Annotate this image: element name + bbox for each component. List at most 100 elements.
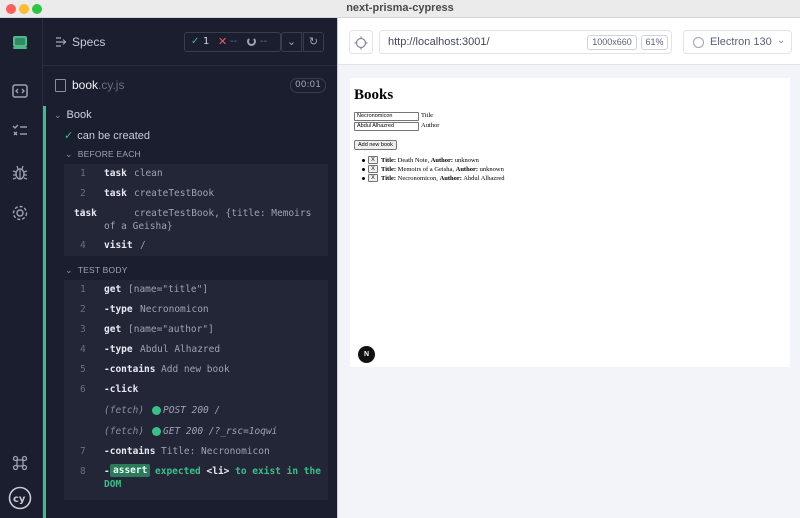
- caret-down-icon: ⌄: [65, 265, 73, 275]
- spec-file-base: book: [72, 78, 99, 92]
- bullet: [362, 159, 365, 162]
- cypress-logo-icon[interactable]: cy: [8, 486, 32, 510]
- book-author-label: Author:: [455, 166, 479, 173]
- command-message: Title: Necronomicon: [161, 446, 270, 457]
- book-title-label: Title:: [381, 166, 397, 173]
- test-stats: ✓ 1 ✕ -- --: [184, 32, 281, 52]
- add-book-button[interactable]: Add new book: [354, 140, 397, 150]
- selector-playground-button[interactable]: [349, 30, 373, 54]
- command-row[interactable]: 4 visit /: [64, 239, 328, 252]
- fetch-message: GET 200 /?_rsc=1oqwi: [163, 426, 278, 437]
- command-message: createTestBook: [134, 188, 215, 199]
- command-number: 2: [80, 188, 86, 199]
- spec-file-name[interactable]: book.cy.js: [72, 78, 124, 92]
- fetch-row[interactable]: (fetch) POST 200 /: [64, 404, 328, 417]
- before-each-commands: 1 task clean 2 task createTestBook 3 tas…: [64, 164, 328, 256]
- specs-icon[interactable]: [10, 81, 30, 101]
- book-author: unknown: [478, 166, 504, 173]
- tests-list: ⌄ Book ✓ can be created ⌄ BEFORE EACH 1 tas…: [43, 106, 337, 518]
- book-author: unknown: [453, 157, 479, 164]
- options-dropdown-button[interactable]: ⌄: [281, 32, 302, 52]
- fetch-row[interactable]: (fetch) GET 200 /?_rsc=1oqwi: [64, 425, 328, 438]
- fetch-status-icon: [152, 406, 161, 415]
- book-author: Abdul Alhazred: [461, 175, 505, 182]
- pending-icon: [247, 37, 256, 46]
- command-row[interactable]: 2 -type Necronomicon: [64, 303, 328, 316]
- author-input[interactable]: Abdul Alhazred: [354, 122, 419, 131]
- book-title: Necronomicon,: [396, 175, 440, 182]
- runs-icon[interactable]: [10, 121, 30, 141]
- chevron-down-icon: ⌄: [286, 35, 297, 48]
- command-number: 7: [80, 446, 86, 457]
- command-row[interactable]: 6 -click: [64, 383, 328, 396]
- command-name: -click: [104, 384, 139, 395]
- command-row[interactable]: 1 task clean: [64, 167, 328, 180]
- passed-count: 1: [203, 36, 210, 47]
- browser-selector[interactable]: Electron 130 ⌄: [683, 30, 792, 54]
- nextjs-dev-badge[interactable]: N: [358, 346, 375, 363]
- app-icon[interactable]: [10, 32, 30, 52]
- settings-icon[interactable]: [10, 203, 30, 223]
- test-row[interactable]: ✓ can be created: [64, 129, 150, 142]
- command-message: /: [140, 240, 146, 251]
- command-message: [name="title"]: [128, 284, 209, 295]
- spec-duration: 00:01: [290, 78, 326, 93]
- command-row[interactable]: 7 -contains Title: Necronomicon: [64, 445, 328, 458]
- command-name: -contains: [104, 364, 156, 375]
- bullet: [362, 168, 365, 171]
- failed-count: --: [230, 36, 238, 47]
- command-row[interactable]: 3 task createTestBook, {title: Memoirs of…: [64, 207, 328, 233]
- spec-file-row: book.cy.js 00:01: [43, 66, 337, 106]
- command-row[interactable]: 5 -contains Add new book: [64, 363, 328, 376]
- file-icon: [55, 79, 66, 92]
- command-name: -type: [104, 304, 133, 315]
- command-row[interactable]: 1 get [name="title"]: [64, 283, 328, 296]
- command-number: 5: [80, 364, 86, 375]
- command-number: 2: [80, 304, 86, 315]
- rerun-button[interactable]: ↻: [303, 32, 324, 52]
- test-body-section[interactable]: ⌄ TEST BODY: [65, 265, 128, 276]
- command-row[interactable]: 2 task createTestBook: [64, 187, 328, 200]
- suite-row[interactable]: ⌄ Book: [54, 109, 92, 121]
- browser-name: Electron 130: [710, 36, 772, 48]
- assert-subject: <li>: [206, 466, 230, 477]
- command-row[interactable]: 3 get [name="author"]: [64, 323, 328, 336]
- title-input[interactable]: Necronomicon: [354, 112, 419, 121]
- zoom-badge[interactable]: 61%: [641, 35, 668, 50]
- delete-book-button[interactable]: X: [368, 174, 378, 182]
- command-number: 3: [80, 324, 86, 335]
- specs-list-icon[interactable]: [55, 36, 67, 48]
- book-title-label: Title:: [381, 175, 397, 182]
- title-label: Title: [421, 112, 434, 119]
- browser-icon: [693, 37, 704, 48]
- book-title: Memoirs of a Geisha,: [396, 166, 456, 173]
- book-title: Death Note,: [396, 157, 431, 164]
- specs-label[interactable]: Specs: [72, 35, 105, 49]
- window-titlebar: next-prisma-cypress: [0, 0, 800, 18]
- side-nav: cy: [0, 18, 43, 518]
- command-message: [name="author"]: [128, 324, 214, 335]
- test-body-commands: 1 get [name="title"] 2 -type Necronomico…: [64, 280, 328, 500]
- assert-row[interactable]: 8 - assert expected <li> to exist in the…: [64, 464, 328, 493]
- pending-count: --: [260, 36, 268, 47]
- reporter-header: Specs ✓ 1 ✕ -- -- ⌄ ↻: [43, 18, 337, 66]
- debug-icon[interactable]: [10, 163, 30, 183]
- fetch-status-icon: [152, 427, 161, 436]
- command-name: get: [104, 284, 122, 295]
- command-message: clean: [134, 168, 163, 179]
- command-message: Abdul Alhazred: [140, 344, 221, 355]
- before-each-hook[interactable]: ⌄ BEFORE EACH: [65, 149, 141, 160]
- command-message: createTestBook, {title: Memoirs of a Gei…: [104, 208, 312, 232]
- viewport-size-badge[interactable]: 1000x660: [587, 35, 637, 50]
- keyboard-shortcuts-icon[interactable]: [10, 453, 30, 473]
- command-number: 8: [80, 466, 86, 477]
- command-name: task: [74, 208, 97, 219]
- command-row[interactable]: 4 -type Abdul Alhazred: [64, 343, 328, 356]
- test-title: can be created: [77, 130, 150, 142]
- url-bar[interactable]: http://localhost:3001/ 1000x660 61%: [379, 30, 672, 54]
- assert-message: expected <li> to exist in the DOM: [104, 465, 326, 491]
- delete-book-button[interactable]: X: [368, 156, 378, 164]
- fetch-label: (fetch): [104, 405, 145, 416]
- delete-book-button[interactable]: X: [368, 165, 378, 173]
- svg-text:cy: cy: [13, 494, 26, 505]
